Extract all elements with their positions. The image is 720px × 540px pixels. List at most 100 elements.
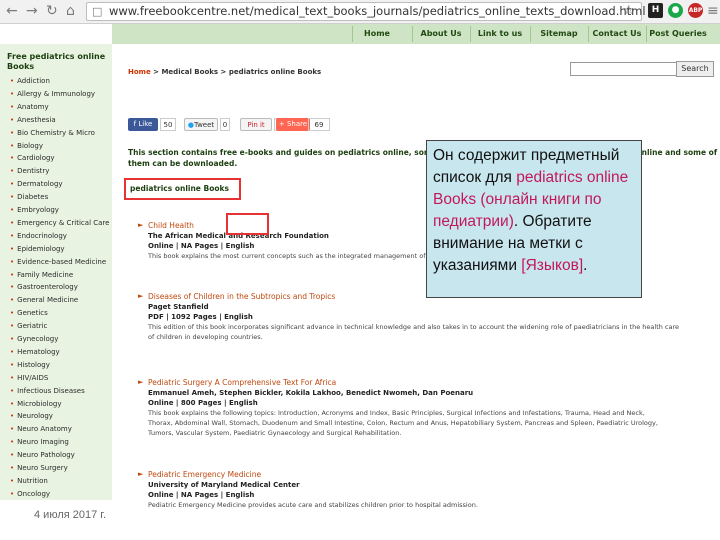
sidebar-item[interactable]: • Neuro Anatomy [10,424,72,435]
nav-sitemap[interactable]: Sitemap [530,26,587,42]
sidebar-item[interactable]: • HIV/AIDS [10,373,48,384]
annotation-callout: Он содержит предметный список для pediat… [426,140,642,298]
sidebar-item[interactable]: • Addiction [10,76,50,87]
sidebar-item[interactable]: • Bio Chemistry & Micro [10,128,95,139]
book-title-link[interactable]: Pediatric Emergency Medicine [148,470,708,480]
sidebar-item-label: Hematology [17,347,60,356]
bullet-icon: • [10,102,15,111]
sidebar-item[interactable]: • Neuro Surgery [10,463,68,474]
like-count: 50 [160,118,176,131]
tweet-button[interactable]: ●Tweet [184,118,218,131]
nav-contact-us[interactable]: Contact Us [588,26,645,42]
bookmark-star-icon[interactable]: ☆ [623,3,635,19]
sidebar-item-label: Cardiology [17,154,55,163]
breadcrumb-medical[interactable]: Medical Books [161,68,218,76]
sidebar-item[interactable]: • Allergy & Immunology [10,89,95,100]
sidebar-heading-line2: Books [7,62,35,71]
sidebar-item-label: HIV/AIDS [17,373,49,382]
book-author: Paget Stanfield [148,303,209,311]
sidebar-item[interactable]: • Diabetes [10,192,48,203]
sidebar-item[interactable]: • Evidence-based Medicine [10,257,106,268]
book-language: English [228,399,258,407]
bullet-icon: • [10,309,15,318]
nav-home[interactable]: Home [352,26,401,42]
bullet-icon: • [10,231,15,240]
pin-it-button[interactable]: Pin it [240,118,272,131]
sidebar-item[interactable]: • Neuro Pathology [10,450,75,461]
sidebar-item[interactable]: • Infectious Diseases [10,386,85,397]
share-button[interactable]: + Share [276,118,310,131]
sidebar-item[interactable]: • Biology [10,141,43,152]
reload-icon[interactable]: ↻ [46,3,58,19]
like-label: Like [138,120,153,128]
sidebar-item[interactable]: • Nutrition [10,476,48,487]
sidebar-item-label: Neuro Imaging [17,438,69,447]
sidebar-item[interactable]: • Neuro Imaging [10,437,69,448]
sidebar-item-label: Gynecology [17,335,59,343]
bullet-icon: • [10,360,15,369]
menu-icon[interactable]: ≡ [707,3,719,19]
extension-h-icon[interactable]: H [648,3,663,18]
sidebar-item[interactable]: • Cardiology [10,153,55,164]
book-title-link[interactable]: Pediatric Surgery A Comprehensive Text F… [148,378,708,388]
facebook-like-button[interactable]: f Like [128,118,158,131]
nav-post-queries[interactable]: Post Queries [646,26,709,42]
section-highlight-box [124,178,241,200]
extension-green-icon[interactable]: ● [668,3,683,18]
book-format: PDF [148,313,164,321]
book-pages: NA Pages [180,242,219,250]
share-icon: + [278,120,287,128]
sidebar-item[interactable]: • Gynecology [10,334,58,345]
sidebar-item[interactable]: • Dentistry [10,166,49,177]
sidebar-item-label: Epidemiology [17,244,65,253]
nav-link-to-us[interactable]: Link to us [470,26,529,42]
bullet-icon: • [10,206,15,214]
sidebar-item-label: Embryology [17,206,59,214]
callout-text-3: . [583,257,588,274]
breadcrumb-home[interactable]: Home [128,68,151,76]
bullet-icon: • [10,167,15,176]
sidebar-item[interactable]: • Embryology [10,205,59,216]
sidebar-item[interactable]: • Epidemiology [10,244,65,255]
sidebar-item[interactable]: • Neurology [10,411,53,422]
sidebar-item[interactable]: • Endocrinology [10,231,67,242]
sidebar-item-label: Dentistry [17,167,50,176]
language-highlight-box [226,213,269,235]
sidebar-item-label: Gastroenterology [17,283,78,292]
bullet-icon: • [10,283,15,292]
sidebar-item[interactable]: • Gastroenterology [10,282,78,293]
nav-about-us[interactable]: About Us [412,26,469,42]
search-button[interactable]: Search [676,61,714,77]
extension-abp-icon[interactable]: ABP [688,3,703,18]
breadcrumb-separator: > [220,68,227,76]
sidebar-item[interactable]: • Oncology [10,489,50,500]
sidebar-item[interactable]: • Microbiology [10,399,61,410]
sidebar-item-label: Bio Chemistry & Micro [17,128,95,137]
sidebar-item-label: Neuro Anatomy [17,425,72,434]
bullet-icon: • [10,180,15,189]
search-input[interactable] [570,62,690,76]
sidebar-item-label: Oncology [17,489,51,498]
home-icon[interactable]: ⌂ [66,3,75,19]
sidebar-item[interactable]: • Anatomy [10,102,49,113]
sidebar-item[interactable]: • Histology [10,360,50,371]
sidebar-item[interactable]: • General Medicine [10,295,78,306]
book-item: ► Pediatric Surgery A Comprehensive Text… [138,378,708,438]
back-icon[interactable]: ← [6,3,18,19]
forward-icon[interactable]: → [26,3,38,19]
sidebar-item[interactable]: • Geriatric [10,321,47,332]
book-pages: 1092 Pages [171,313,217,321]
sidebar-item[interactable]: • Emergency & Critical Care [10,218,109,229]
bullet-icon: ► [138,221,144,229]
sidebar-item-label: Addiction [17,77,50,85]
breadcrumb-current: pediatrics online Books [228,68,322,76]
address-bar[interactable]: □ www.freebookcentre.net/medical_text_bo… [86,2,646,21]
slide-date: 4 июля 2017 г. [34,509,107,521]
sidebar-item[interactable]: • Genetics [10,308,48,319]
sidebar-item[interactable]: • Family Medicine [10,270,73,281]
sidebar-item[interactable]: • Hematology [10,347,60,358]
bullet-icon: • [10,335,15,343]
sidebar-item[interactable]: • Dermatology [10,179,63,190]
bullet-icon: • [10,373,15,382]
sidebar-item[interactable]: • Anesthesia [10,115,56,126]
